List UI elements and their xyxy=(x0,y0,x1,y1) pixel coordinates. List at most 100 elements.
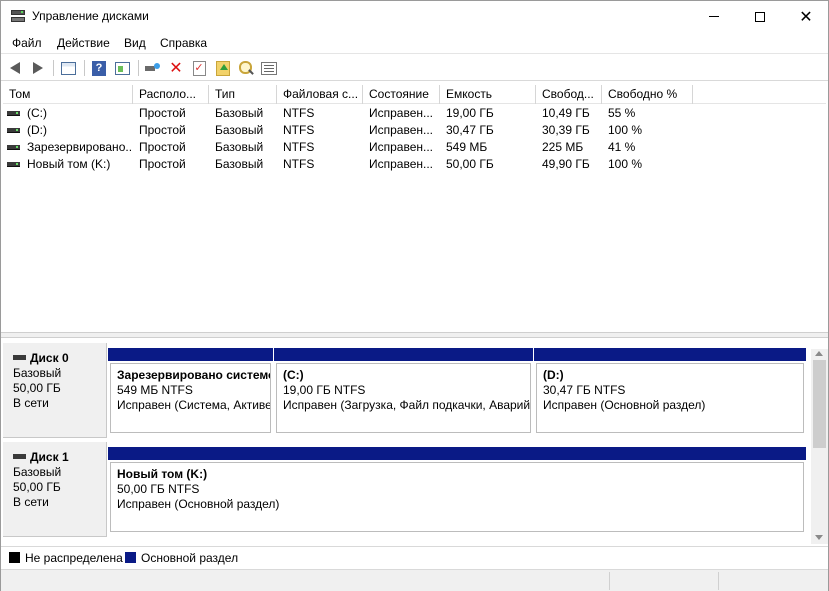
disk-size: 50,00 ГБ xyxy=(13,480,61,494)
status-bar-divider xyxy=(609,572,610,590)
column-header-filesystem[interactable]: Файловая с... xyxy=(277,85,363,104)
disk-type: Базовый xyxy=(13,366,62,380)
pane-splitter[interactable] xyxy=(1,332,828,338)
delete-icon: ✕ xyxy=(169,58,183,77)
help-button[interactable]: ? xyxy=(90,59,108,77)
cell-type: Базовый xyxy=(215,123,264,137)
window-title: Управление дисками xyxy=(32,9,149,23)
disk-icon xyxy=(13,454,26,459)
cell-filesystem: NTFS xyxy=(283,106,315,120)
partition-size: 30,47 ГБ NTFS xyxy=(543,383,626,397)
back-arrow-icon xyxy=(10,62,20,74)
cell-free-space: 10,49 ГБ xyxy=(542,106,590,120)
disk-status: В сети xyxy=(13,396,49,410)
check-button[interactable]: ✓ xyxy=(190,59,208,77)
status-bar-divider xyxy=(718,572,719,590)
cell-layout: Простой xyxy=(139,157,186,171)
disk-management-app-icon xyxy=(10,9,26,23)
column-header-type[interactable]: Тип xyxy=(209,85,277,104)
cell-volume: Зарезервировано... xyxy=(27,140,133,154)
table-row[interactable]: Зарезервировано... Простой Базовый NTFS … xyxy=(3,139,826,156)
scroll-up-icon[interactable] xyxy=(815,351,823,356)
partition-name: Новый том (K:) xyxy=(117,467,208,481)
delete-button[interactable]: ✕ xyxy=(167,59,185,77)
partition-color-bar xyxy=(274,348,533,361)
connect-disk-button[interactable] xyxy=(144,59,162,77)
search-button[interactable] xyxy=(237,59,255,77)
column-header-free-percent[interactable]: Свободно % xyxy=(602,85,693,104)
volume-icon xyxy=(7,111,20,116)
table-row[interactable]: (C:) Простой Базовый NTFS Исправен... 19… xyxy=(3,105,826,122)
properties-icon xyxy=(261,61,277,75)
cell-type: Базовый xyxy=(215,140,264,154)
column-header-free-space[interactable]: Свобод... xyxy=(536,85,602,104)
vertical-scrollbar[interactable] xyxy=(811,349,828,544)
action-pane-icon xyxy=(114,61,130,75)
partition-k[interactable]: Новый том (K:) 50,00 ГБ NTFS Исправен (О… xyxy=(108,447,806,534)
menu-help[interactable]: Справка xyxy=(160,36,207,50)
toolbar-separator xyxy=(138,60,139,76)
maximize-button[interactable] xyxy=(737,1,783,32)
partition-color-bar xyxy=(108,348,273,361)
back-button[interactable] xyxy=(6,59,24,77)
cell-capacity: 549 МБ xyxy=(446,140,488,154)
console-tree-button[interactable] xyxy=(59,59,77,77)
legend-label-primary: Основной раздел xyxy=(141,551,239,565)
partition-status: Исправен (Загрузка, Файл подкачки, Авари… xyxy=(283,398,531,412)
close-icon: ✕ xyxy=(799,6,813,26)
forward-button[interactable] xyxy=(29,59,47,77)
cell-volume: (C:) xyxy=(27,106,47,120)
cell-layout: Простой xyxy=(139,106,186,120)
column-header-status[interactable]: Состояние xyxy=(363,85,440,104)
partition-name: Зарезервировано системой xyxy=(117,368,271,382)
minimize-button[interactable] xyxy=(691,1,737,32)
partition-c[interactable]: (C:) 19,00 ГБ NTFS Исправен (Загрузка, Ф… xyxy=(274,348,533,435)
action-pane-button[interactable] xyxy=(113,59,131,77)
menu-view[interactable]: Вид xyxy=(124,36,146,50)
properties-button[interactable] xyxy=(260,59,278,77)
disk-type: Базовый xyxy=(13,465,62,479)
maximize-icon xyxy=(755,11,765,22)
cell-status: Исправен... xyxy=(369,106,434,120)
column-header-volume[interactable]: Том xyxy=(3,85,133,104)
partition-status: Исправен (Система, Активен, Основной раз… xyxy=(117,398,271,412)
cell-status: Исправен... xyxy=(369,123,434,137)
console-tree-icon xyxy=(60,61,76,75)
partition-color-bar xyxy=(534,348,806,361)
legend-swatch-unallocated xyxy=(9,552,20,563)
scroll-down-icon[interactable] xyxy=(815,535,823,540)
table-row[interactable]: Новый том (K:) Простой Базовый NTFS Испр… xyxy=(3,156,826,173)
disk-status: В сети xyxy=(13,495,49,509)
volume-list: Том Располо... Тип Файловая с... Состоян… xyxy=(3,85,826,331)
partition-name: (D:) xyxy=(543,368,564,382)
cell-volume: Новый том (K:) xyxy=(27,157,111,171)
partition-size: 549 МБ NTFS xyxy=(117,383,193,397)
toolbar-separator xyxy=(53,60,54,76)
disk-1-label[interactable]: Диск 1 Базовый 50,00 ГБ В сети xyxy=(3,442,107,537)
cell-free-percent: 41 % xyxy=(608,140,636,154)
toolbar-separator xyxy=(84,60,85,76)
partition-d[interactable]: (D:) 30,47 ГБ NTFS Исправен (Основной ра… xyxy=(534,348,806,435)
disk-0-label[interactable]: Диск 0 Базовый 50,00 ГБ В сети xyxy=(3,343,107,438)
folder-up-icon xyxy=(216,60,230,76)
column-header-layout[interactable]: Располо... xyxy=(133,85,209,104)
menu-file[interactable]: Файл xyxy=(12,36,42,50)
volume-icon xyxy=(7,162,20,167)
legend: Не распределена Основной раздел xyxy=(1,546,828,568)
scroll-thumb[interactable] xyxy=(813,360,826,448)
cell-type: Базовый xyxy=(215,106,264,120)
forward-arrow-icon xyxy=(33,62,43,74)
table-row[interactable]: (D:) Простой Базовый NTFS Исправен... 30… xyxy=(3,122,826,139)
close-button[interactable]: ✕ xyxy=(783,1,829,32)
menu-action[interactable]: Действие xyxy=(57,36,110,50)
cell-volume: (D:) xyxy=(27,123,47,137)
check-icon: ✓ xyxy=(192,60,206,76)
cell-layout: Простой xyxy=(139,140,186,154)
cell-filesystem: NTFS xyxy=(283,123,315,137)
cell-status: Исправен... xyxy=(369,140,434,154)
partition-reserved[interactable]: Зарезервировано системой 549 МБ NTFS Исп… xyxy=(108,348,273,435)
folder-up-button[interactable] xyxy=(214,59,232,77)
volume-icon xyxy=(7,145,20,150)
column-header-capacity[interactable]: Емкость xyxy=(440,85,536,104)
partition-status: Исправен (Основной раздел) xyxy=(543,398,706,412)
